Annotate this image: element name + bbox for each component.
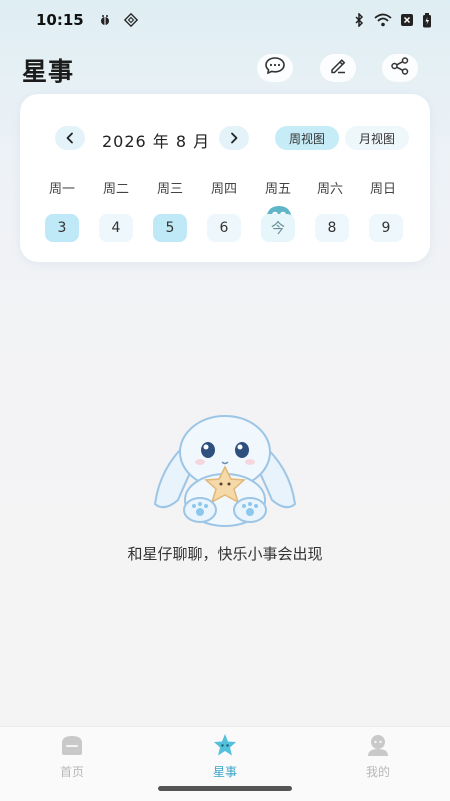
tab-label: 我的 xyxy=(365,765,390,779)
weekday-label: 周六 xyxy=(316,182,343,197)
tab-xingshi[interactable]: 星事 xyxy=(180,733,270,783)
tab-bar: 首页 星事 我的 xyxy=(0,726,450,801)
next-month-button[interactable] xyxy=(219,126,249,150)
chat-icon xyxy=(264,56,286,80)
tab-label: 星事 xyxy=(212,765,237,779)
tab-home[interactable]: 首页 xyxy=(27,733,117,783)
chevron-right-icon xyxy=(229,129,239,148)
month-label: 2026 年 8 月 xyxy=(102,132,211,151)
edit-icon xyxy=(328,56,348,80)
wifi-icon xyxy=(374,13,392,27)
share-icon xyxy=(389,56,411,80)
status-bar: 10:15 xyxy=(0,0,450,40)
profile-icon xyxy=(368,735,388,756)
day-cell[interactable]: 6 xyxy=(207,214,241,242)
weekday-label: 周日 xyxy=(369,182,396,197)
sim-disabled-icon xyxy=(400,13,414,27)
share-button[interactable] xyxy=(382,54,418,82)
home-icon xyxy=(62,736,82,755)
page-title: 星事 xyxy=(22,57,75,86)
chevron-left-icon xyxy=(65,129,75,148)
battery-icon xyxy=(422,12,432,27)
bug-icon xyxy=(98,13,112,27)
day-cell[interactable]: 9 xyxy=(369,214,403,242)
edit-button[interactable] xyxy=(320,54,356,82)
app-notification-icon xyxy=(123,12,138,28)
tab-label: 首页 xyxy=(59,765,84,779)
weekday-label: 周五 xyxy=(264,182,291,197)
calendar-card: 2026 年 8 月 周视图 月视图 周一 周二 周三 周四 周五 周六 周日 … xyxy=(20,94,430,262)
weekday-label: 周三 xyxy=(156,182,183,197)
weekday-label: 周一 xyxy=(48,182,75,197)
bluetooth-icon xyxy=(352,13,366,27)
header: 星事 xyxy=(0,50,450,90)
prev-month-button[interactable] xyxy=(55,126,85,150)
day-cell[interactable]: 5 xyxy=(153,214,187,242)
empty-state-message: 和星仔聊聊，快乐小事会出现 xyxy=(127,545,323,563)
chat-button[interactable] xyxy=(257,54,293,82)
home-indicator xyxy=(158,786,292,791)
weekday-label: 周二 xyxy=(102,182,129,197)
day-cell[interactable]: 3 xyxy=(45,214,79,242)
status-time: 10:15 xyxy=(36,11,84,29)
month-view-button[interactable]: 月视图 xyxy=(345,126,409,150)
today-cell[interactable]: 今 xyxy=(261,214,295,242)
week-view-button[interactable]: 周视图 xyxy=(275,126,339,150)
weekday-label: 周四 xyxy=(210,182,237,197)
day-cell[interactable]: 8 xyxy=(315,214,349,242)
star-icon xyxy=(214,734,236,756)
day-cell[interactable]: 4 xyxy=(99,214,133,242)
bunny-star-illustration xyxy=(153,415,297,527)
tab-profile[interactable]: 我的 xyxy=(333,733,423,783)
